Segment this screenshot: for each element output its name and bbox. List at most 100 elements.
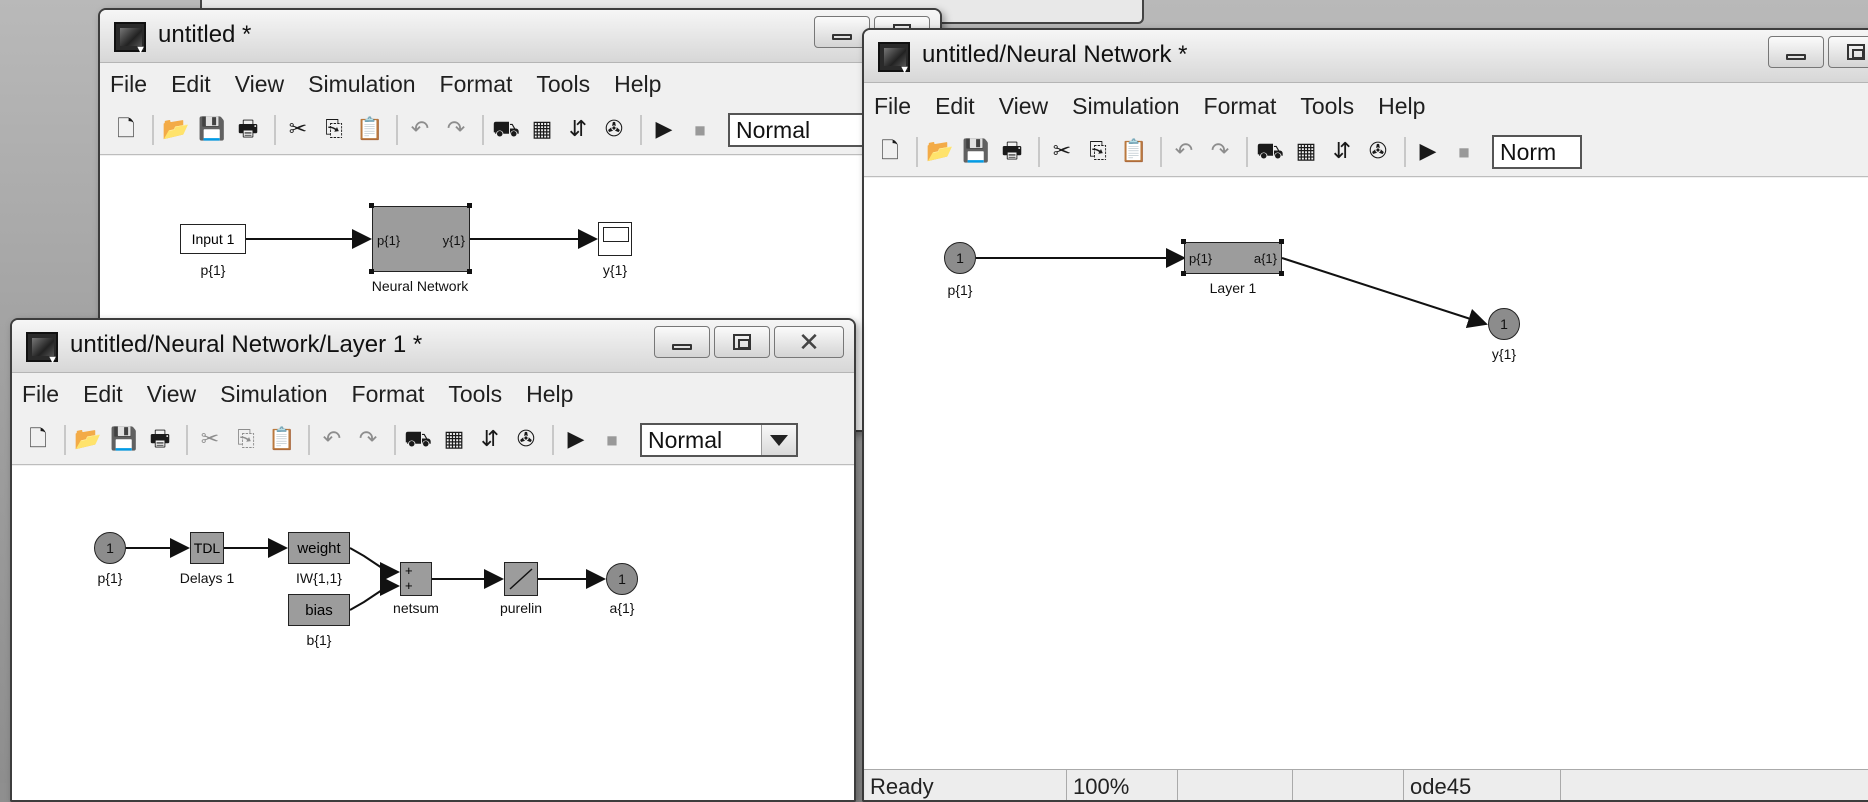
menu-file[interactable]: File <box>110 71 147 98</box>
menu-format[interactable]: Format <box>440 71 513 98</box>
redo-icon[interactable]: ↷ <box>352 424 384 456</box>
undo-icon[interactable]: ↶ <box>404 114 436 146</box>
stop-icon[interactable]: ■ <box>1448 136 1480 168</box>
menu-simulation[interactable]: Simulation <box>1072 93 1179 120</box>
inport-block[interactable]: 1 <box>944 242 976 274</box>
maximize-button[interactable] <box>1828 36 1868 68</box>
menu-file[interactable]: File <box>874 93 911 120</box>
inport-block[interactable]: 1 <box>94 532 126 564</box>
open-icon[interactable]: 📂 <box>72 424 104 456</box>
selection-handle[interactable] <box>467 269 472 274</box>
tdl-block[interactable]: TDL <box>190 532 224 564</box>
copy-icon[interactable]: ⎘ <box>1082 136 1114 168</box>
model-canvas[interactable]: 1 p{1} TDL Delays 1 weight IW{1,1} bias … <box>12 466 854 800</box>
outport-block[interactable]: 1 <box>1488 308 1520 340</box>
scope-block[interactable] <box>598 222 632 256</box>
save-icon[interactable]: 💾 <box>960 136 992 168</box>
run-icon[interactable]: ▶ <box>560 424 592 456</box>
title-bar[interactable]: ▼ untitled/Neural Network * <box>864 30 1868 83</box>
new-icon[interactable]: 🗋 <box>874 136 906 168</box>
selection-handle[interactable] <box>369 269 374 274</box>
selection-handle[interactable] <box>1181 239 1186 244</box>
menu-tools[interactable]: Tools <box>448 381 502 408</box>
configuration-icon[interactable]: ✇ <box>1362 136 1394 168</box>
open-icon[interactable]: 📂 <box>924 136 956 168</box>
debugger-icon[interactable]: ⇵ <box>474 424 506 456</box>
cut-icon[interactable]: ✂ <box>282 114 314 146</box>
bias-block[interactable]: bias <box>288 594 350 626</box>
cut-icon[interactable]: ✂ <box>1046 136 1078 168</box>
outport-block[interactable]: 1 <box>606 563 638 595</box>
new-icon[interactable]: 🗋 <box>22 424 54 456</box>
redo-icon[interactable]: ↷ <box>1204 136 1236 168</box>
paste-icon[interactable]: 📋 <box>1118 136 1150 168</box>
menu-edit[interactable]: Edit <box>83 381 123 408</box>
run-icon[interactable]: ▶ <box>648 114 680 146</box>
library-browser-icon[interactable]: ⛟ <box>490 114 522 146</box>
save-icon[interactable]: 💾 <box>196 114 228 146</box>
close-button[interactable]: ✕ <box>774 326 844 358</box>
menu-tools[interactable]: Tools <box>1300 93 1354 120</box>
save-icon[interactable]: 💾 <box>108 424 140 456</box>
layer-1-block[interactable]: p{1} a{1} <box>1184 242 1282 274</box>
copy-icon[interactable]: ⎘ <box>230 424 262 456</box>
menu-view[interactable]: View <box>999 93 1048 120</box>
new-icon[interactable]: 🗋 <box>110 114 142 146</box>
maximize-button[interactable] <box>714 326 770 358</box>
configuration-icon[interactable]: ✇ <box>598 114 630 146</box>
input-block[interactable]: Input 1 <box>180 224 246 254</box>
debugger-icon[interactable]: ⇵ <box>1326 136 1358 168</box>
selection-handle[interactable] <box>1181 271 1186 276</box>
model-explorer-icon[interactable]: ▦ <box>526 114 558 146</box>
paste-icon[interactable]: 📋 <box>354 114 386 146</box>
stop-icon[interactable]: ■ <box>596 424 628 456</box>
menu-format[interactable]: Format <box>352 381 425 408</box>
menu-help[interactable]: Help <box>614 71 661 98</box>
undo-icon[interactable]: ↶ <box>1168 136 1200 168</box>
cut-icon[interactable]: ✂ <box>194 424 226 456</box>
configuration-icon[interactable]: ✇ <box>510 424 542 456</box>
undo-icon[interactable]: ↶ <box>316 424 348 456</box>
open-icon[interactable]: 📂 <box>160 114 192 146</box>
print-icon[interactable]: 🖶 <box>232 114 264 146</box>
model-canvas[interactable]: 1 p{1} p{1} a{1} Layer 1 1 y{1} <box>864 178 1868 770</box>
menu-view[interactable]: View <box>147 381 196 408</box>
run-icon[interactable]: ▶ <box>1412 136 1444 168</box>
selection-handle[interactable] <box>1279 239 1284 244</box>
purelin-block[interactable] <box>504 562 538 596</box>
title-bar[interactable]: ▼ untitled/Neural Network/Layer 1 * ✕ <box>12 320 854 373</box>
library-browser-icon[interactable]: ⛟ <box>1254 136 1286 168</box>
simulation-mode-select[interactable]: Normal <box>728 113 868 147</box>
model-explorer-icon[interactable]: ▦ <box>438 424 470 456</box>
simulation-mode-select[interactable]: Norm <box>1492 135 1582 169</box>
redo-icon[interactable]: ↷ <box>440 114 472 146</box>
chevron-down-icon[interactable] <box>761 425 796 455</box>
menu-edit[interactable]: Edit <box>171 71 211 98</box>
menu-help[interactable]: Help <box>526 381 573 408</box>
selection-handle[interactable] <box>467 203 472 208</box>
paste-icon[interactable]: 📋 <box>266 424 298 456</box>
menu-simulation[interactable]: Simulation <box>308 71 415 98</box>
menu-file[interactable]: File <box>22 381 59 408</box>
minimize-button[interactable] <box>1768 36 1824 68</box>
title-bar[interactable]: ▼ untitled * <box>100 10 940 63</box>
menu-view[interactable]: View <box>235 71 284 98</box>
minimize-button[interactable] <box>654 326 710 358</box>
print-icon[interactable]: 🖶 <box>996 136 1028 168</box>
menu-tools[interactable]: Tools <box>536 71 590 98</box>
menu-edit[interactable]: Edit <box>935 93 975 120</box>
library-browser-icon[interactable]: ⛟ <box>402 424 434 456</box>
model-explorer-icon[interactable]: ▦ <box>1290 136 1322 168</box>
debugger-icon[interactable]: ⇵ <box>562 114 594 146</box>
weight-block[interactable]: weight <box>288 532 350 564</box>
simulation-mode-select[interactable]: Normal <box>640 423 798 457</box>
print-icon[interactable]: 🖶 <box>144 424 176 456</box>
menu-simulation[interactable]: Simulation <box>220 381 327 408</box>
netsum-block[interactable]: + + <box>400 562 432 596</box>
copy-icon[interactable]: ⎘ <box>318 114 350 146</box>
menu-help[interactable]: Help <box>1378 93 1425 120</box>
neural-network-block[interactable]: p{1} y{1} <box>372 206 470 272</box>
menu-format[interactable]: Format <box>1204 93 1277 120</box>
selection-handle[interactable] <box>1279 271 1284 276</box>
selection-handle[interactable] <box>369 203 374 208</box>
